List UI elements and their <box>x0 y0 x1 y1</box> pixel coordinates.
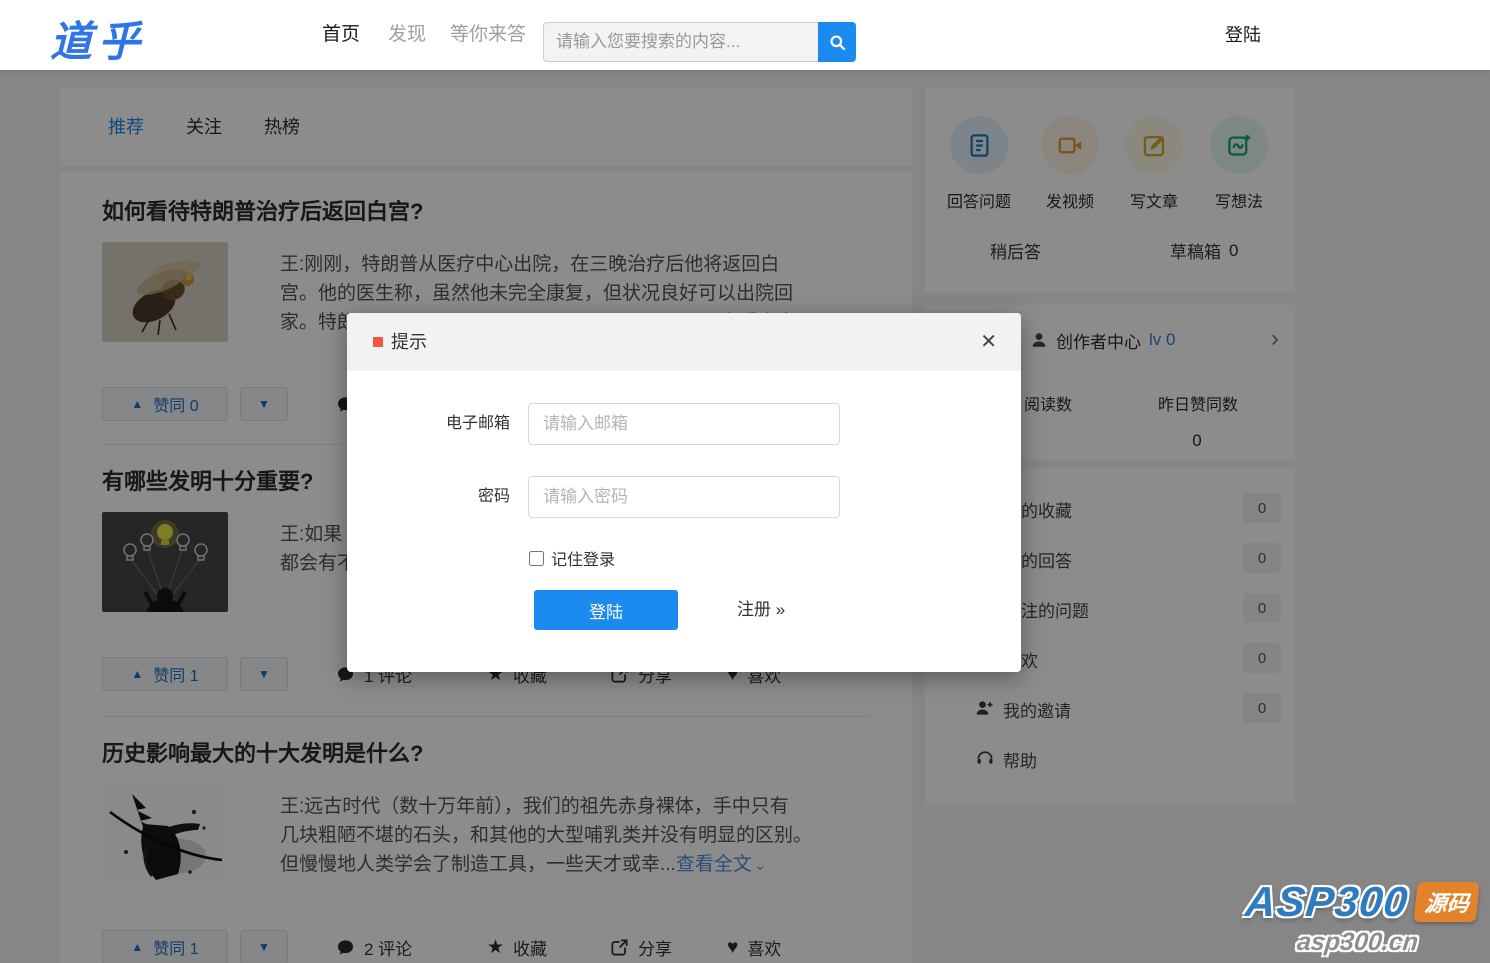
watermark-brand: ASP300 <box>1243 878 1410 926</box>
alert-square-icon <box>373 337 383 347</box>
remember-label: 记住登录 <box>551 546 615 570</box>
search-icon <box>828 33 847 52</box>
nav-item-waiting-answer[interactable]: 等你来答 <box>450 0 526 70</box>
remember-login-option[interactable]: 记住登录 <box>529 546 615 570</box>
close-icon[interactable]: ✕ <box>980 313 997 371</box>
search-input[interactable] <box>543 22 818 62</box>
modal-title: 提示 <box>391 313 427 371</box>
email-field[interactable] <box>528 403 840 445</box>
password-label: 密码 <box>390 476 510 518</box>
watermark-domain: asp300.cn <box>1239 928 1475 957</box>
page: 推荐 关注 热榜 如何看待特朗普治疗后返回白宫? 王:刚刚，特朗 <box>0 0 1490 963</box>
email-label: 电子邮箱 <box>390 403 510 445</box>
watermark-badge: 源码 <box>1414 882 1480 922</box>
password-field[interactable] <box>528 476 840 518</box>
login-submit-button[interactable]: 登陆 <box>534 590 678 630</box>
search-button[interactable] <box>818 22 856 62</box>
remember-checkbox[interactable] <box>529 551 544 566</box>
register-link[interactable]: 注册 » <box>737 590 785 630</box>
nav-item-home[interactable]: 首页 <box>322 0 360 70</box>
site-logo[interactable]: 道乎 <box>50 8 146 69</box>
modal-header: 提示 ✕ <box>347 313 1021 371</box>
navbar: 道乎 首页 发现 等你来答 登陆 <box>0 0 1490 70</box>
login-link[interactable]: 登陆 <box>1225 0 1261 70</box>
watermark: ASP300 源码 asp300.cn <box>1239 878 1480 957</box>
search-bar <box>543 22 856 62</box>
nav-item-discover[interactable]: 发现 <box>388 0 426 70</box>
login-modal: 提示 ✕ 电子邮箱 密码 记住登录 登陆 注册 » <box>347 313 1021 672</box>
